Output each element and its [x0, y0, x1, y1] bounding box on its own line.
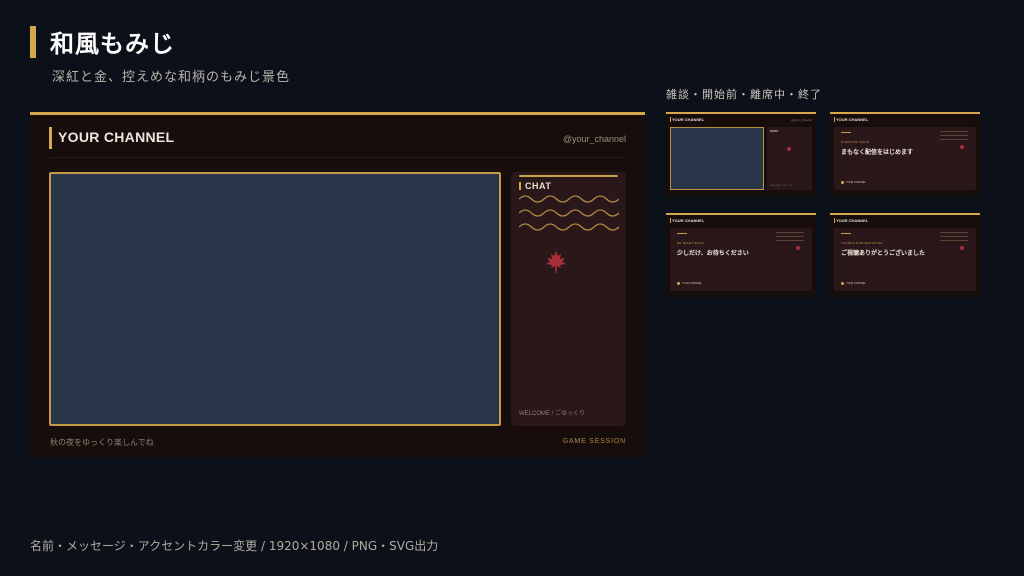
chat-title: CHAT [525, 181, 552, 191]
live-dot-icon [677, 282, 680, 285]
chat-panel: CHAT WELCOME / ごゆっくり [511, 172, 626, 426]
maple-leaf-icon [796, 246, 800, 250]
thumb-message-panel: THANKS FOR WATCHING ご視聴ありがとうございました YOUR … [834, 228, 976, 291]
thumb-live-text: YOUR CHANNEL [682, 282, 702, 285]
live-dot-icon [841, 282, 844, 285]
thumbnail-starting-soon[interactable]: YOUR CHANNEL STARTING SOON まもなく配信をはじめます … [830, 112, 980, 196]
thumb-channel-name: YOUR CHANNEL [672, 117, 705, 122]
thumb-label: STARTING SOON [841, 140, 870, 144]
thumb-accent-bar [670, 117, 671, 122]
thumbnail-thanks-for-watching[interactable]: YOUR CHANNEL THANKS FOR WATCHING ご視聴ありがと… [830, 213, 980, 297]
thumb-accent-bar [834, 117, 835, 122]
thumb-channel-name: YOUR CHANNEL [836, 218, 869, 223]
thumbnail-chat[interactable]: YOUR CHANNEL @your_channel CHAT WELCOME … [666, 112, 816, 196]
thumbnail-be-right-back[interactable]: YOUR CHANNEL BE RIGHT BACK 少しだけ、お待ちください … [666, 213, 816, 297]
variants-label: 雑談・開始前・離席中・終了 [666, 88, 822, 101]
thumb-video-frame [670, 127, 764, 190]
main-overlay-preview: YOUR CHANNEL @your_channel CHAT WELCOME … [30, 112, 645, 457]
channel-handle: @your_channel [562, 134, 626, 144]
thumb-deco-lines [940, 232, 968, 244]
thumb-deco-lines [776, 232, 804, 244]
header-divider [49, 157, 626, 158]
channel-name: YOUR CHANNEL [58, 129, 175, 145]
maple-leaf-icon [546, 251, 566, 273]
thumb-message: まもなく配信をはじめます [841, 149, 914, 156]
wave-pattern-icon [519, 195, 619, 231]
thumb-channel-name: YOUR CHANNEL [836, 117, 869, 122]
page-title: 和風もみじ [50, 30, 175, 58]
thumb-message: ご視聴ありがとうございました [841, 250, 926, 257]
thumb-handle: @your_channel [790, 118, 812, 122]
thumb-message-panel: STARTING SOON まもなく配信をはじめます YOUR CHANNEL [834, 127, 976, 190]
thumb-channel-name: YOUR CHANNEL [672, 218, 705, 223]
footer-spec-text: 名前・メッセージ・アクセントカラー変更 / 1920×1080 / PNG・SV… [30, 539, 439, 553]
live-dot-icon [841, 181, 844, 184]
channel-accent-bar [49, 127, 52, 149]
thumb-chat-title: CHAT [770, 129, 779, 133]
maple-leaf-icon [787, 147, 791, 151]
thumb-live-text: YOUR CHANNEL [846, 282, 866, 285]
chat-welcome: WELCOME / ごゆっくり [519, 411, 586, 417]
thumb-chat-panel: CHAT WELCOME / ごゆっくり [767, 127, 812, 190]
page-subtitle: 深紅と金、控えめな和柄のもみじ景色 [52, 70, 291, 85]
session-label: GAME SESSION [562, 438, 626, 445]
thumb-message-panel: BE RIGHT BACK 少しだけ、お待ちください YOUR CHANNEL [670, 228, 812, 291]
thumb-message: 少しだけ、お待ちください [677, 250, 749, 257]
thumb-accent-bar [670, 218, 671, 223]
thumb-label: THANKS FOR WATCHING [841, 241, 883, 245]
thumb-label-line [841, 132, 851, 133]
chat-accent-bar [519, 182, 521, 190]
thumb-chat-welcome: WELCOME / ごゆっくり [770, 185, 793, 187]
thumb-accent-bar [834, 218, 835, 223]
thumb-deco-lines [940, 131, 968, 143]
title-accent-bar [30, 26, 36, 58]
maple-leaf-icon [960, 246, 964, 250]
overlay-caption: 秋の夜をゆっくり楽しんでね [50, 438, 154, 447]
thumb-live-text: YOUR CHANNEL [846, 181, 866, 184]
maple-leaf-icon [960, 145, 964, 149]
thumb-label: BE RIGHT BACK [677, 241, 705, 245]
thumb-label-line [841, 233, 851, 234]
thumb-label-line [677, 233, 687, 234]
chat-top-line [519, 175, 618, 177]
video-frame [49, 172, 501, 426]
